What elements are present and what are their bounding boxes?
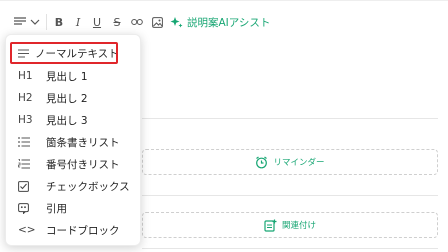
menu-item-label: 見出し 3 [46,114,88,127]
menu-item-label: 箇条書きリスト [46,136,120,149]
heading2-icon: H2 [18,92,33,104]
bullet-list-icon [18,137,40,147]
related-link-button[interactable]: 関連付け [142,212,438,238]
menu-item-bullet-list[interactable]: 箇条書きリスト [6,131,142,153]
code-icon: <> [18,224,36,236]
menu-item-label: コードブロック [46,224,120,237]
numbered-list-icon [18,159,40,169]
bold-button[interactable]: B [52,8,66,36]
section-divider [142,195,438,196]
alarm-clock-icon [256,156,268,168]
heading3-icon: H3 [18,114,33,126]
section-divider [142,248,438,249]
ai-assist-button[interactable]: 説明案AIアシスト [170,8,270,36]
italic-button[interactable]: I [71,8,85,36]
text-style-icon [14,17,26,25]
menu-item-heading-1[interactable]: H1 見出し 1 [6,65,142,87]
related-label: 関連付け [281,221,316,231]
menu-item-label: 引用 [46,202,67,215]
toolbar-divider [46,14,47,30]
text-style-dropdown[interactable] [12,8,42,36]
top-border [0,0,448,1]
checkbox-icon [18,180,40,192]
ai-assist-label: 説明案AIアシスト [187,16,271,29]
sparkle-icon [170,16,183,27]
menu-item-checkbox[interactable]: チェックボックス [6,175,142,197]
heading1-icon: H1 [18,70,33,82]
menu-item-label: 番号付きリスト [46,158,120,171]
editor-toolbar: B I U S 説明案AIアシスト [0,8,448,36]
reminder-label: リマインダー [273,158,325,168]
menu-item-numbered-list[interactable]: 番号付きリスト [6,153,142,175]
section-divider [142,118,438,119]
menu-item-normal-text[interactable]: ノーマルテキスト [10,42,119,64]
underline-button[interactable]: U [90,8,104,36]
link-button[interactable] [129,8,145,36]
menu-item-heading-2[interactable]: H2 見出し 2 [6,87,142,109]
chevron-down-icon [30,19,40,25]
menu-item-code-block[interactable]: <> コードブロック [6,219,142,241]
quote-icon [18,202,40,214]
menu-item-label: 見出し 2 [46,92,88,105]
menu-item-label: 見出し 1 [46,70,88,83]
text-style-menu: ノーマルテキスト H1 見出し 1 H2 見出し 2 H3 見出し 3 箇条書き… [5,34,141,246]
menu-item-quote[interactable]: 引用 [6,197,142,219]
link-icon [131,19,143,25]
editor-page: B I U S 説明案AIアシスト : [0,0,448,252]
reminder-button[interactable]: リマインダー [142,149,438,175]
menu-item-label: チェックボックス [46,180,130,193]
menu-item-heading-3[interactable]: H3 見出し 3 [6,109,142,131]
strikethrough-button[interactable]: S [110,8,124,36]
paragraph-icon [18,48,29,58]
menu-item-label: ノーマルテキスト [35,47,119,60]
image-button[interactable] [149,8,165,36]
add-document-icon [264,219,277,232]
image-icon [151,16,163,28]
